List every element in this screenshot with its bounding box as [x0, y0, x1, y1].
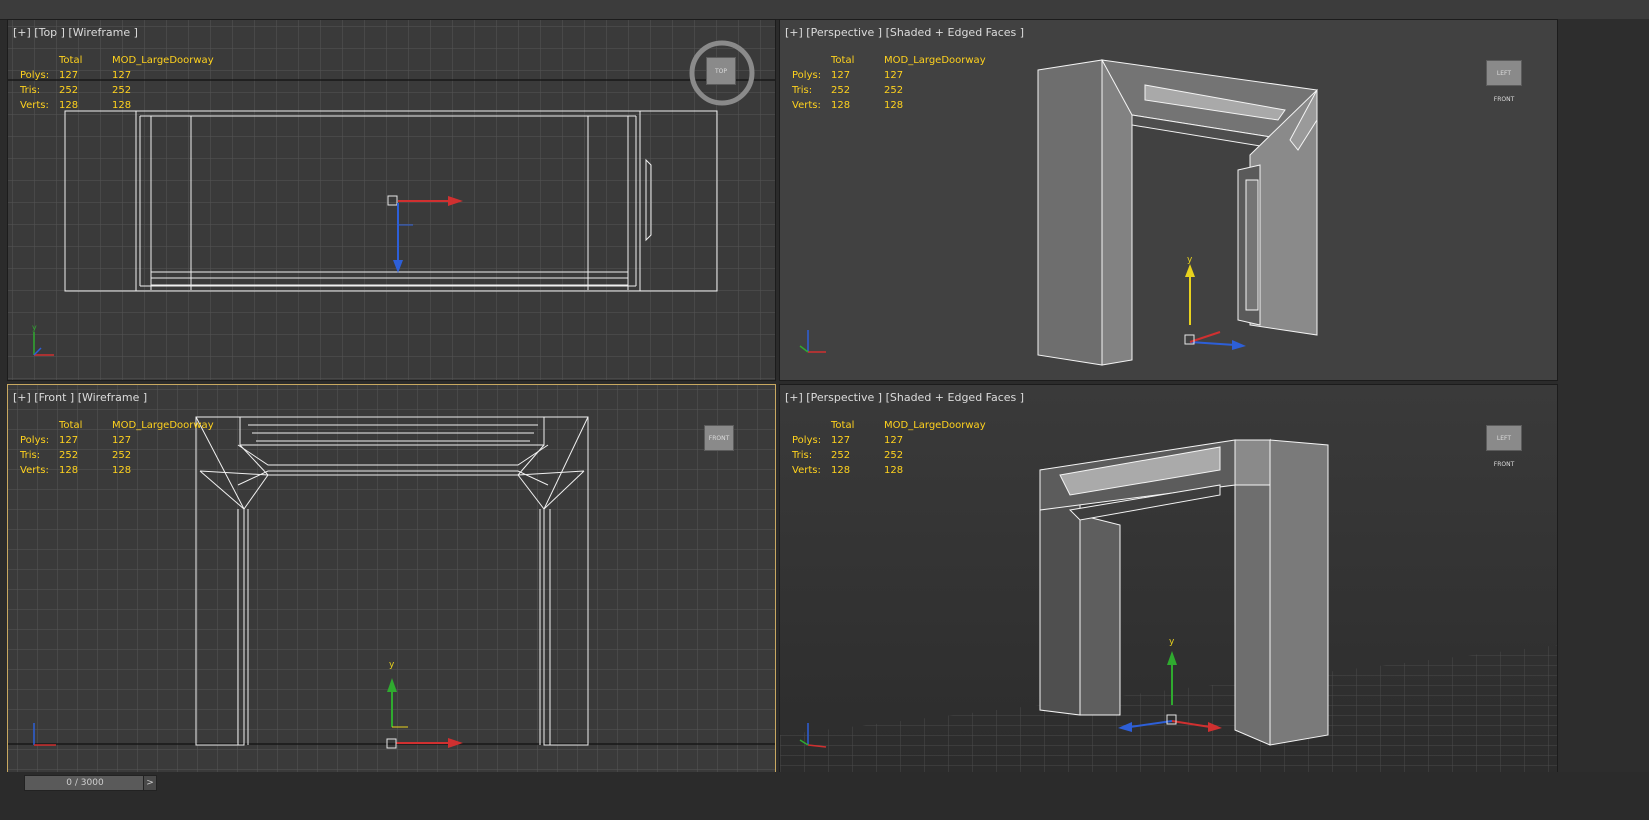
viewport-label[interactable]: [+] [Perspective ] [Shaded + Edged Faces…: [785, 391, 1024, 404]
status-strip: [0, 772, 1649, 820]
viewport-label[interactable]: [+] [Front ] [Wireframe ]: [13, 391, 147, 404]
axis-triad: [799, 330, 826, 353]
svg-text:y: y: [1169, 637, 1175, 647]
svg-text:y: y: [389, 660, 395, 670]
time-slider[interactable]: 0 / 3000: [24, 775, 146, 791]
viewport-perspective-bottom[interactable]: y [+] [Perspective ] [Shaded + Edged Fac…: [779, 384, 1558, 773]
viewport-perspective-top[interactable]: y [+] [Perspective ] [Shaded + Edged Fac…: [779, 19, 1558, 381]
axis-y-label: y: [32, 323, 37, 332]
time-slider-next-button[interactable]: >: [143, 775, 157, 791]
top-menu-strip: [0, 0, 1649, 20]
viewport-label[interactable]: [+] [Top ] [Wireframe ]: [13, 26, 138, 39]
svg-text:y: y: [1187, 255, 1193, 265]
doorway-mesh-perspective: [1037, 59, 1318, 366]
viewport-front[interactable]: y [+] [Front ] [Wireframe ] Total MOD_Lar…: [7, 384, 776, 773]
viewport-top[interactable]: [+] [Top ] [Wireframe ] Total MOD_LargeDo…: [7, 19, 776, 381]
transform-gizmo[interactable]: y: [1184, 255, 1246, 350]
viewport-label[interactable]: [+] [Perspective ] [Shaded + Edged Faces…: [785, 26, 1024, 39]
right-panel-edge: [1558, 19, 1649, 779]
